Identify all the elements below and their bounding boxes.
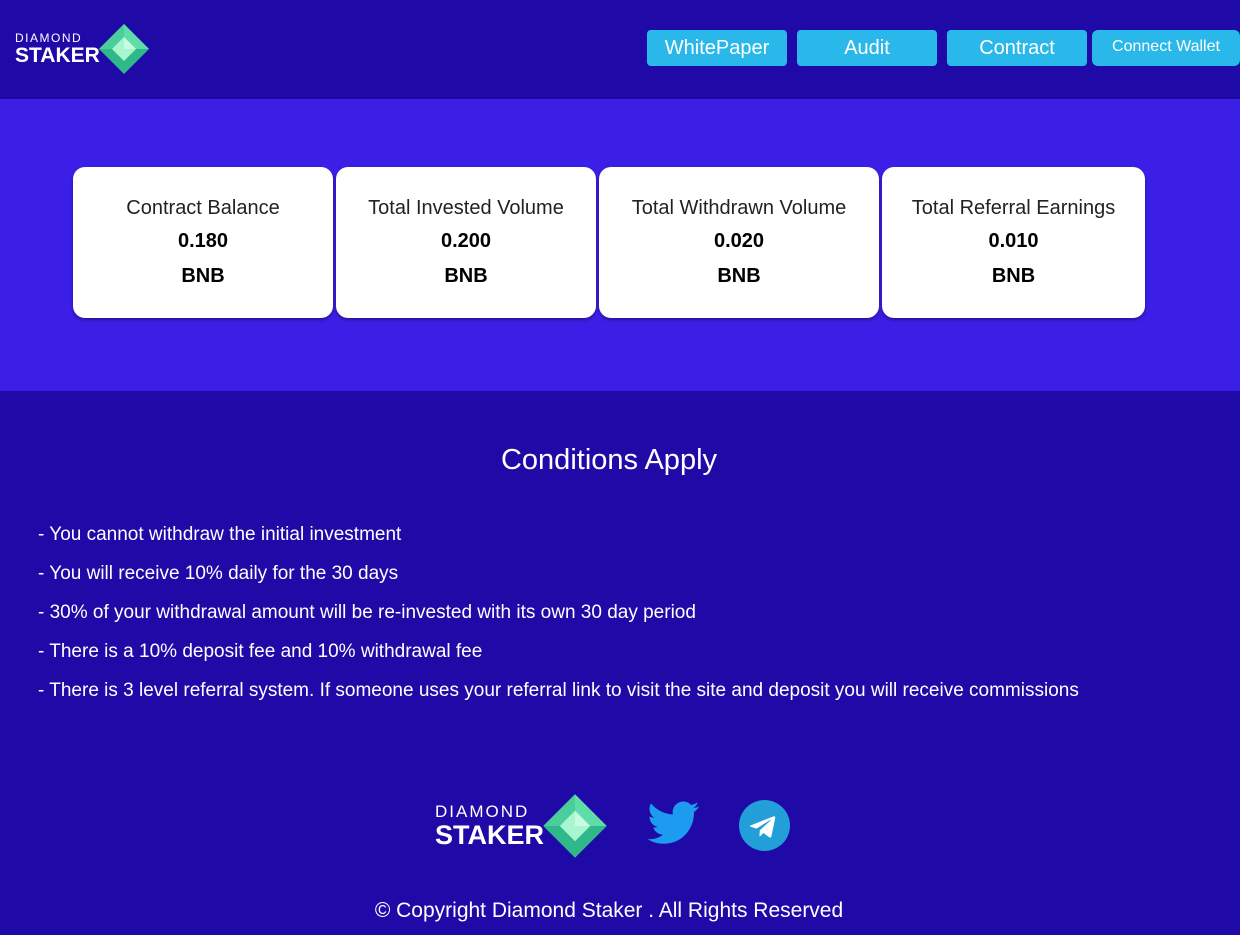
brand-line-2: STAKER xyxy=(15,44,100,67)
whitepaper-button[interactable]: WhitePaper xyxy=(647,30,787,66)
connect-wallet-button[interactable]: Connect Wallet xyxy=(1092,30,1240,66)
stat-card-total-invested: Total Invested Volume 0.200 BNB xyxy=(336,167,596,318)
stat-unit: BNB xyxy=(181,265,225,287)
stat-value: 0.200 xyxy=(440,230,492,252)
conditions-heading: Conditions Apply xyxy=(500,444,718,476)
brand-line-1: DIAMOND xyxy=(15,31,83,45)
stat-title: Contract Balance xyxy=(126,197,280,219)
stat-card-referral-earnings: Total Referral Earnings 0.010 BNB xyxy=(882,167,1145,318)
header: DIAMOND STAKER WhitePaper Audit Contract… xyxy=(0,0,1240,98)
condition-item: - 30% of your withdrawal amount will be … xyxy=(38,602,696,623)
stat-value: 0.180 xyxy=(177,230,229,252)
stat-unit: BNB xyxy=(444,265,488,287)
stat-title: Total Referral Earnings xyxy=(911,197,1116,219)
stat-unit: BNB xyxy=(717,265,761,287)
stat-title: Total Withdrawn Volume xyxy=(631,197,847,219)
stat-card-contract-balance: Contract Balance 0.180 BNB xyxy=(73,167,333,318)
telegram-icon[interactable] xyxy=(739,800,790,851)
contract-button[interactable]: Contract xyxy=(947,30,1087,66)
audit-button[interactable]: Audit xyxy=(797,30,937,66)
footer-brand-line-2: STAKER xyxy=(435,820,545,850)
diamond-icon xyxy=(543,794,607,858)
stat-unit: BNB xyxy=(991,265,1036,287)
condition-item: - There is 3 level referral system. If s… xyxy=(38,680,1079,701)
stat-title: Total Invested Volume xyxy=(368,197,564,219)
stat-value: 0.020 xyxy=(713,230,765,252)
condition-item: - There is a 10% deposit fee and 10% wit… xyxy=(38,641,483,662)
footer-brand-logo[interactable]: DIAMOND STAKER xyxy=(435,793,608,859)
brand-wordmark: DIAMOND STAKER xyxy=(15,32,100,66)
diamond-icon xyxy=(98,24,149,74)
stat-value: 0.010 xyxy=(988,230,1039,252)
footer-brand-wordmark: DIAMOND STAKER xyxy=(435,803,544,849)
brand-logo[interactable]: DIAMOND STAKER xyxy=(15,23,150,75)
stat-card-total-withdrawn: Total Withdrawn Volume 0.020 BNB xyxy=(599,167,879,318)
stats-section: Contract Balance 0.180 BNB Total Investe… xyxy=(0,99,1240,391)
twitter-icon[interactable] xyxy=(648,801,700,847)
condition-item: - You will receive 10% daily for the 30 … xyxy=(38,563,399,584)
footer-brand-line-1: DIAMOND xyxy=(435,802,530,821)
copyright-text: © Copyright Diamond Staker . All Rights … xyxy=(374,899,844,922)
condition-item: - You cannot withdraw the initial invest… xyxy=(38,524,402,545)
conditions-list: - You cannot withdraw the initial invest… xyxy=(38,523,1079,718)
